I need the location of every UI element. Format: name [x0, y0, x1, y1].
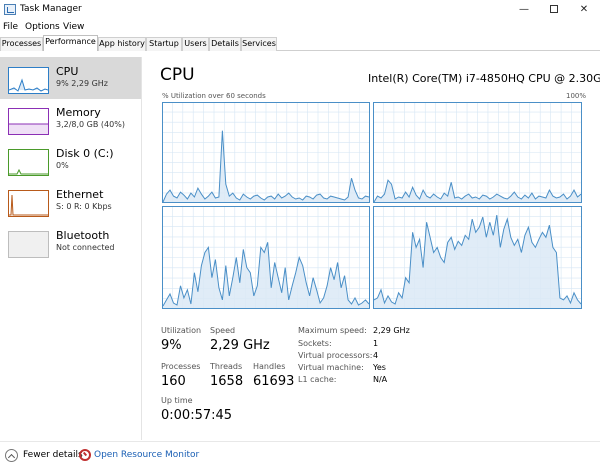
- core-graph-svg: [373, 206, 582, 309]
- ethernet-thumbnail: [8, 190, 49, 217]
- uptime-value: 0:00:57:45: [161, 408, 233, 423]
- spec-label: Maximum speed:: [298, 326, 367, 335]
- menu-view[interactable]: View: [63, 22, 84, 32]
- utilization-value: 9%: [161, 338, 182, 353]
- core-graph-0: [162, 102, 370, 203]
- resource-sub: 9% 2,29 GHz: [56, 79, 109, 88]
- tab-performance[interactable]: Performance: [43, 35, 98, 51]
- resource-sub: S: 0 R: 0 Kbps: [56, 202, 112, 211]
- uptime-label: Up time: [161, 396, 193, 405]
- resource-sub: 0%: [56, 161, 69, 170]
- resource-name: Bluetooth: [56, 229, 110, 242]
- core-graph-1: [373, 102, 582, 203]
- resource-disk[interactable]: Disk 0 (C:) 0%: [0, 139, 141, 181]
- resource-name: Ethernet: [56, 188, 104, 201]
- tab-details[interactable]: Details: [209, 37, 241, 51]
- memory-thumbnail: [8, 108, 49, 135]
- resource-sub: 3,2/8,0 GB (40%): [56, 120, 125, 129]
- resource-cpu[interactable]: CPU 9% 2,29 GHz: [0, 57, 141, 99]
- resource-monitor-icon[interactable]: [79, 449, 91, 461]
- disk-mini-graph: [9, 168, 48, 175]
- resource-memory[interactable]: Memory 3,2/8,0 GB (40%): [0, 98, 141, 140]
- close-button[interactable]: ✕: [569, 0, 599, 19]
- threads-value: 1658: [210, 374, 244, 389]
- minimize-button[interactable]: —: [509, 0, 539, 19]
- processes-label: Processes: [161, 362, 201, 371]
- menu-options[interactable]: Options: [25, 22, 60, 32]
- core-graph-3: [373, 206, 582, 309]
- resource-bluetooth[interactable]: Bluetooth Not connected: [0, 221, 141, 263]
- tab-processes[interactable]: Processes: [0, 37, 43, 51]
- page-title: CPU: [160, 65, 195, 85]
- spec-value: Yes: [373, 363, 386, 372]
- menu-file[interactable]: File: [3, 22, 18, 32]
- cpu-mini-graph: [8, 78, 49, 92]
- open-resource-monitor-link[interactable]: Open Resource Monitor: [94, 450, 199, 460]
- spec-label: Sockets:: [298, 339, 332, 348]
- spec-value: N/A: [373, 375, 388, 384]
- speed-label: Speed: [210, 326, 236, 335]
- spec-value: 4: [373, 351, 379, 360]
- spec-label: Virtual machine:: [298, 363, 364, 372]
- handles-label: Handles: [253, 362, 286, 371]
- tab-bar: Processes Performance App history Startu…: [0, 35, 600, 51]
- resource-name: CPU: [56, 65, 79, 78]
- resource-ethernet[interactable]: Ethernet S: 0 R: 0 Kbps: [0, 180, 141, 222]
- cpu-thumbnail: [8, 67, 49, 94]
- utilization-label: Utilization: [161, 326, 202, 335]
- task-manager-icon: [4, 4, 16, 15]
- resource-name: Memory: [56, 106, 101, 119]
- core-graph-svg: [162, 102, 370, 203]
- title-bar: Task Manager — ✕: [0, 0, 600, 19]
- fewer-details-link[interactable]: Fewer details: [23, 450, 83, 460]
- bluetooth-thumbnail: [8, 231, 49, 258]
- tab-services[interactable]: Services: [241, 37, 277, 51]
- core-graph-svg: [162, 206, 370, 309]
- maximize-button[interactable]: [539, 0, 569, 19]
- core-graph-svg: [373, 102, 582, 203]
- spec-label: Virtual processors:: [298, 351, 373, 360]
- tab-app-history[interactable]: App history: [98, 37, 146, 51]
- menu-bar: File Options View: [0, 20, 600, 34]
- processes-value: 160: [161, 374, 186, 389]
- maximize-icon: [550, 5, 558, 13]
- spec-label: L1 cache:: [298, 375, 337, 384]
- spec-value: 1: [373, 339, 379, 348]
- cpu-model: Intel(R) Core(TM) i7-4850HQ CPU @ 2.30GH…: [368, 72, 600, 85]
- core-graph-2: [162, 206, 370, 309]
- speed-value: 2,29 GHz: [210, 338, 270, 353]
- window-title: Task Manager: [20, 4, 82, 14]
- utilization-axis-label: % Utilization over 60 seconds: [162, 92, 266, 100]
- handles-value: 61693: [253, 374, 295, 389]
- disk-thumbnail: [8, 149, 49, 176]
- bottom-bar: Fewer details Open Resource Monitor: [0, 441, 600, 471]
- resource-name: Disk 0 (C:): [56, 147, 114, 160]
- chevron-up-icon[interactable]: [5, 449, 18, 462]
- tab-users[interactable]: Users: [182, 37, 209, 51]
- ethernet-mini-graph: [9, 194, 48, 216]
- tab-startup[interactable]: Startup: [146, 37, 182, 51]
- resource-sub: Not connected: [56, 243, 115, 252]
- memory-mini-graph: [9, 123, 48, 134]
- spec-value: 2,29 GHz: [373, 326, 410, 335]
- resource-list: CPU 9% 2,29 GHz Memory 3,2/8,0 GB (40%) …: [0, 57, 142, 440]
- utilization-max-label: 100%: [566, 92, 587, 100]
- threads-label: Threads: [210, 362, 243, 371]
